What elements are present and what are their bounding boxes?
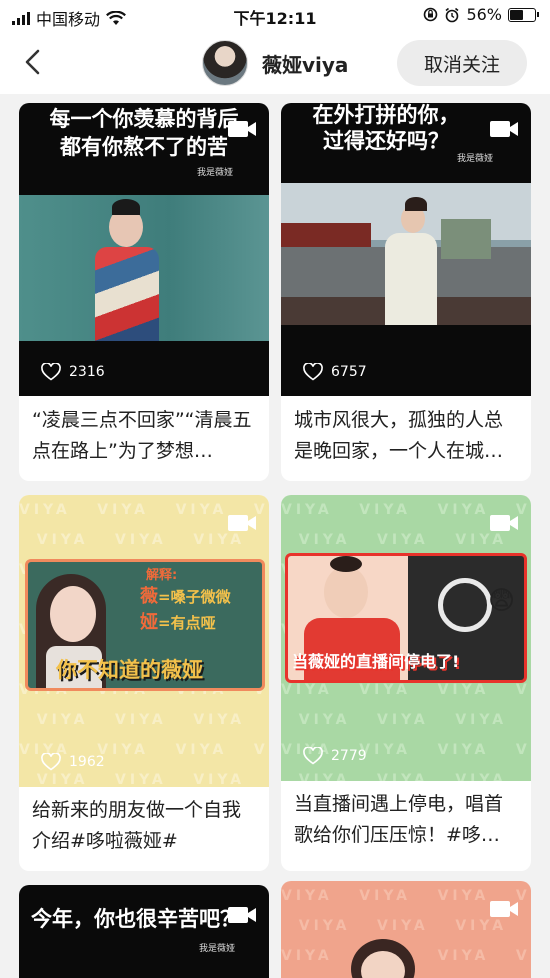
video-caption[interactable]: 给新来的朋友做一个自我介绍#哆啦薇娅#: [32, 795, 257, 857]
video-camera-icon: [228, 515, 256, 531]
banner-title: 你不知道的薇娅: [56, 658, 203, 682]
battery-icon: [508, 7, 539, 22]
video-caption[interactable]: “凌晨三点不回家”“清晨五点在路上”为了梦想…: [32, 405, 257, 467]
explain-label: 解释:: [146, 568, 178, 583]
meaning-a: =嗓子微微: [158, 588, 231, 606]
heart-icon[interactable]: [303, 747, 323, 765]
heart-icon[interactable]: [41, 753, 61, 771]
video-camera-icon: [228, 121, 256, 137]
video-caption[interactable]: 当直播间遇上停电，唱首歌给你们压压惊！#哆…: [294, 789, 519, 851]
video-camera-icon: [490, 901, 518, 917]
video-thumbnail[interactable]: 今年，你也很辛苦吧？ 我是薇娅: [19, 885, 269, 978]
photo: [19, 195, 269, 341]
video-camera-icon: [490, 515, 518, 531]
avatar[interactable]: [202, 40, 248, 86]
like-count: 2779: [303, 747, 367, 765]
video-camera-icon: [490, 121, 518, 137]
status-right: 56%: [423, 5, 539, 24]
video-card[interactable]: 在外打拼的你， 过得还好吗？ 我是薇娅 6757 城市风很大，孤独的人总是晚回家…: [281, 103, 531, 481]
video-thumbnail[interactable]: VIYA VIYA VIYA VIYA VIYA VIYA VIYA VIYA …: [281, 881, 531, 978]
video-thumbnail[interactable]: 每一个你羡慕的背后 都有你熬不了的苦 我是薇娅 2316: [19, 103, 269, 396]
like-number: 2316: [69, 364, 105, 380]
status-bar: 中国移动 下午12:11 56%: [0, 0, 550, 32]
banner: 解释: 薇=嗓子微微 娅=有点哑 你不知道的薇娅: [25, 559, 265, 691]
signature: 我是薇娅: [199, 944, 236, 954]
heart-icon[interactable]: [41, 363, 61, 381]
meaning-b: =有点哑: [158, 614, 216, 632]
video-card[interactable]: VIYA VIYA VIYA VIYA VIYA VIYA VIYA VIYA …: [281, 495, 531, 871]
photo: [281, 183, 531, 325]
like-number: 2779: [331, 748, 367, 764]
video-thumbnail[interactable]: 在外打拼的你， 过得还好吗？ 我是薇娅 6757: [281, 103, 531, 396]
back-button[interactable]: [18, 46, 50, 78]
nav-bar: 薇娅viya 取消关注: [0, 32, 550, 94]
video-caption[interactable]: 城市风很大，孤独的人总是晚回家，一个人在城…: [294, 405, 519, 467]
video-card[interactable]: 今年，你也很辛苦吧？ 我是薇娅: [19, 885, 269, 978]
heart-icon[interactable]: [303, 363, 323, 381]
banner-title: 当薇娅的直播间停电了!: [292, 652, 460, 671]
video-camera-icon: [228, 907, 256, 923]
battery-fill: [510, 9, 524, 20]
video-card[interactable]: VIYA VIYA VIYA VIYA VIYA VIYA VIYA VIYA …: [19, 495, 269, 871]
signature: 我是薇娅: [197, 168, 234, 178]
like-number: 6757: [331, 364, 367, 380]
video-card[interactable]: VIYA VIYA VIYA VIYA VIYA VIYA VIYA VIYA …: [281, 881, 531, 978]
video-thumbnail[interactable]: VIYA VIYA VIYA VIYA VIYA VIYA VIYA VIYA …: [281, 495, 531, 781]
like-count: 2316: [41, 363, 105, 381]
char-wei: 薇: [140, 586, 158, 607]
banner: 😨 当薇娅的直播间停电了!: [285, 553, 527, 683]
like-count: 1962: [41, 753, 105, 771]
profile-name[interactable]: 薇娅viya: [262, 49, 348, 78]
char-ya: 娅: [140, 612, 158, 633]
like-count: 6757: [303, 363, 367, 381]
signature: 我是薇娅: [457, 154, 494, 164]
orientation-lock-icon: [424, 7, 438, 22]
chevron-left-icon: [25, 49, 40, 75]
video-thumbnail[interactable]: VIYA VIYA VIYA VIYA VIYA VIYA VIYA VIYA …: [19, 495, 269, 787]
battery-percent: 56%: [466, 5, 502, 24]
video-card[interactable]: 每一个你羡慕的背后 都有你熬不了的苦 我是薇娅 2316 “凌晨三点不回家”“清…: [19, 103, 269, 481]
like-number: 1962: [69, 754, 105, 770]
unfollow-button[interactable]: 取消关注: [397, 40, 527, 86]
alarm-icon: [445, 7, 459, 22]
